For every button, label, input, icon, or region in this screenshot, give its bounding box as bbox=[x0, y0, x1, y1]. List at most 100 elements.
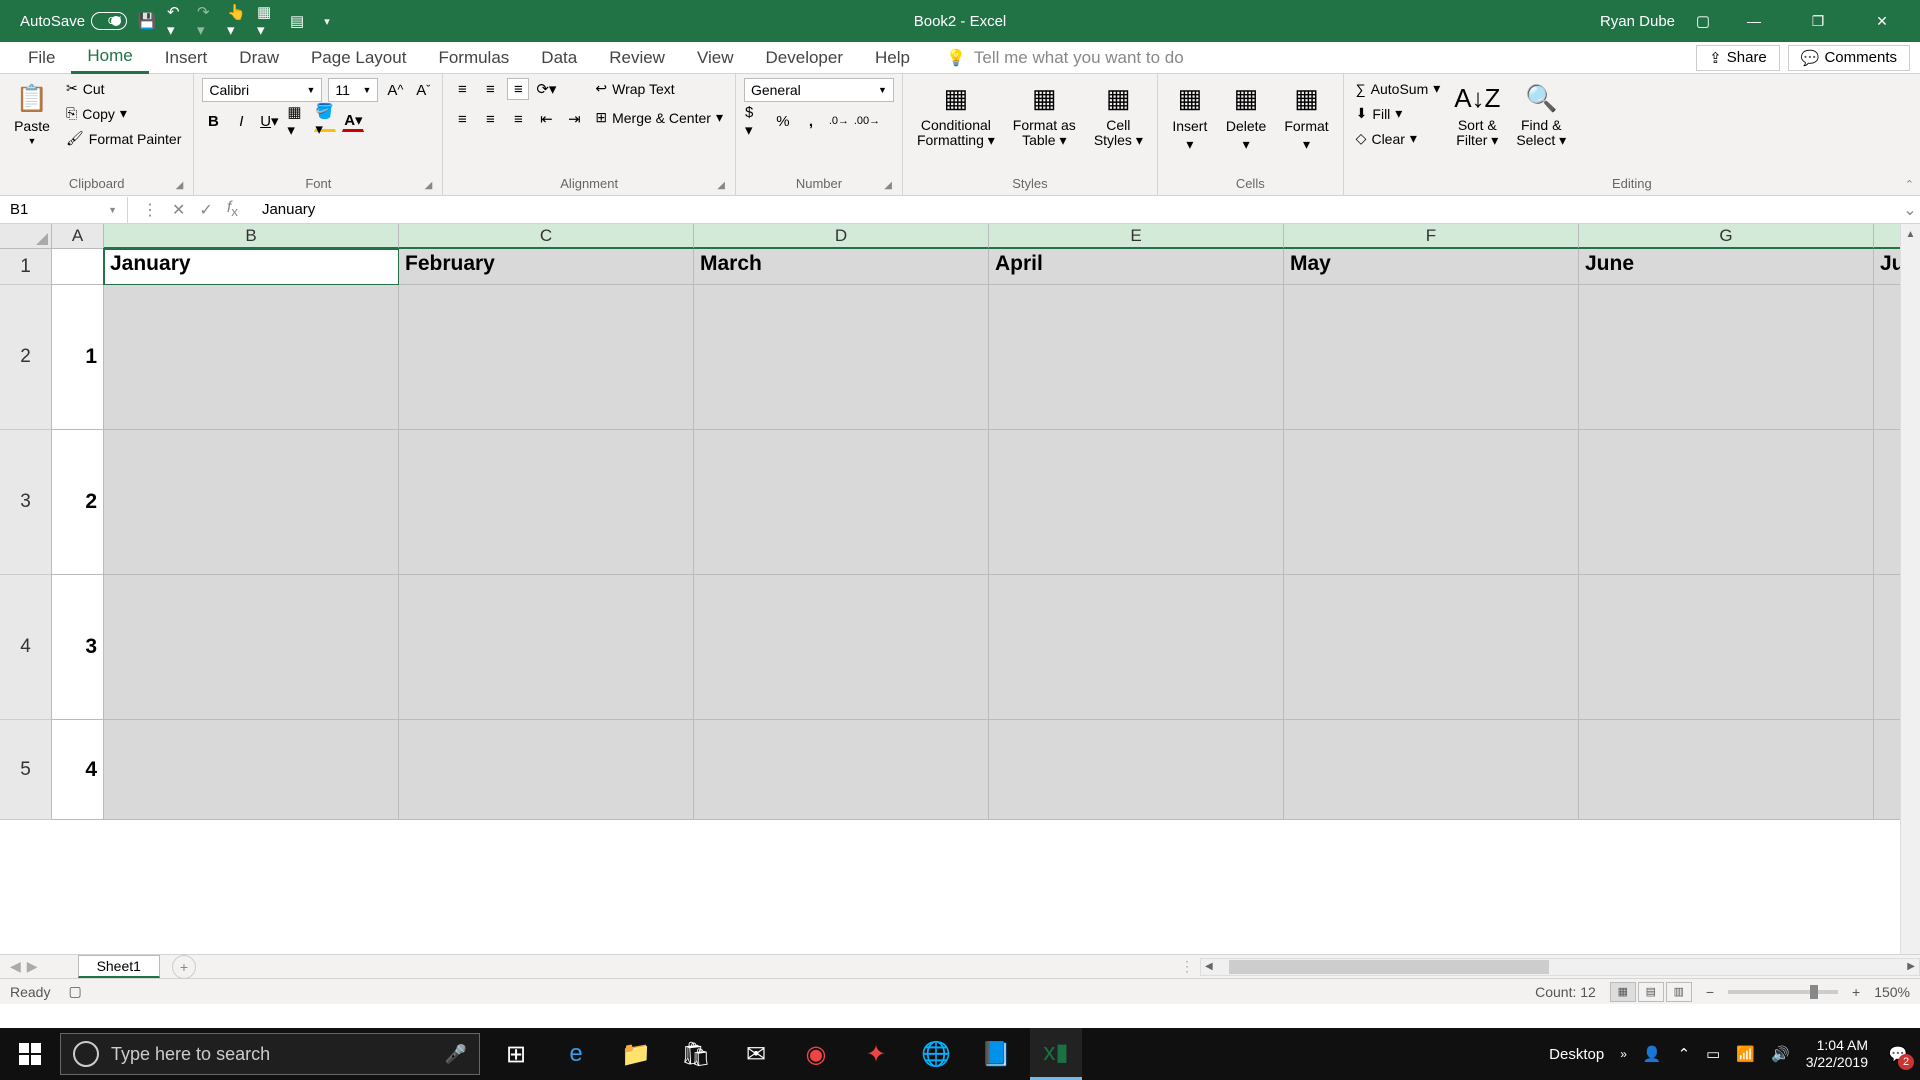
undo-icon[interactable]: ↶ ▾ bbox=[167, 11, 187, 31]
align-right-icon[interactable]: ≡ bbox=[507, 108, 529, 130]
cell-F1[interactable]: May bbox=[1284, 249, 1579, 285]
fill-color-button[interactable]: 🪣▾ bbox=[314, 110, 336, 132]
ribbon-display-icon[interactable]: ▢ bbox=[1693, 11, 1713, 31]
splitter-icon[interactable]: ⋮ bbox=[142, 200, 158, 220]
collapse-ribbon-icon[interactable]: ⌃ bbox=[1905, 178, 1914, 191]
number-format-select[interactable]: General▼ bbox=[744, 78, 894, 102]
scroll-right-icon[interactable]: ▶ bbox=[1903, 961, 1919, 972]
font-name-select[interactable]: Calibri▼ bbox=[202, 78, 322, 102]
column-header-A[interactable]: A bbox=[52, 224, 104, 249]
zoom-slider[interactable] bbox=[1728, 990, 1838, 994]
delete-cells-button[interactable]: ▦Delete▾ bbox=[1220, 78, 1272, 155]
wrap-text-button[interactable]: ↩Wrap Text bbox=[591, 78, 727, 99]
excel-icon[interactable]: x▮ bbox=[1030, 1028, 1082, 1080]
increase-indent-icon[interactable]: ⇥ bbox=[563, 108, 585, 130]
scroll-up-icon[interactable]: ▲ bbox=[1901, 224, 1920, 244]
column-header-F[interactable]: F bbox=[1284, 224, 1579, 249]
tab-data[interactable]: Data bbox=[525, 43, 593, 73]
spreadsheet-grid[interactable]: ABCDEFG 12345 JanuaryFebruaryMarchAprilM… bbox=[0, 224, 1920, 954]
horizontal-scrollbar[interactable]: ◀ ▶ bbox=[1200, 958, 1920, 976]
chrome-icon[interactable]: 🌐 bbox=[910, 1028, 962, 1080]
edge-icon[interactable]: e bbox=[550, 1028, 602, 1080]
close-button[interactable]: ✕ bbox=[1859, 0, 1905, 42]
cell-E1[interactable]: April bbox=[989, 249, 1284, 285]
mic-icon[interactable]: 🎤 bbox=[445, 1044, 467, 1065]
cancel-icon[interactable]: ✕ bbox=[172, 200, 185, 220]
cell-B2[interactable] bbox=[104, 285, 399, 430]
qat-icon-1[interactable]: ▦ ▾ bbox=[257, 11, 277, 31]
underline-button[interactable]: U ▾ bbox=[258, 110, 280, 132]
cell-F4[interactable] bbox=[1284, 575, 1579, 720]
zoom-in-button[interactable]: + bbox=[1852, 984, 1860, 1000]
tab-formulas[interactable]: Formulas bbox=[422, 43, 525, 73]
cell-F5[interactable] bbox=[1284, 720, 1579, 820]
insert-cells-button[interactable]: ▦Insert▾ bbox=[1166, 78, 1214, 155]
cut-button[interactable]: ✂Cut bbox=[62, 78, 185, 99]
cell-A1[interactable] bbox=[52, 249, 104, 285]
overflow-icon[interactable]: » bbox=[1620, 1047, 1627, 1061]
page-break-view-button[interactable]: ▥ bbox=[1666, 982, 1692, 1002]
tab-review[interactable]: Review bbox=[593, 43, 681, 73]
cell-D1[interactable]: March bbox=[694, 249, 989, 285]
scroll-thumb[interactable] bbox=[1229, 960, 1549, 974]
macro-record-icon[interactable]: ▢ bbox=[68, 983, 81, 1000]
tell-me-search[interactable]: 💡 Tell me what you want to do bbox=[946, 48, 1184, 68]
cell-A4[interactable]: 3 bbox=[52, 575, 104, 720]
column-header-E[interactable]: E bbox=[989, 224, 1284, 249]
sheet-nav[interactable]: ◀▶ bbox=[0, 958, 48, 975]
tab-split-icon[interactable]: ⋮ bbox=[1174, 958, 1200, 975]
cell-B4[interactable] bbox=[104, 575, 399, 720]
accounting-icon[interactable]: $ ▾ bbox=[744, 110, 766, 132]
user-name[interactable]: Ryan Dube bbox=[1600, 13, 1675, 30]
tab-page-layout[interactable]: Page Layout bbox=[295, 43, 422, 73]
decrease-decimal-icon[interactable]: .00→ bbox=[856, 110, 878, 132]
launcher-icon[interactable]: ◢ bbox=[176, 180, 184, 191]
tab-insert[interactable]: Insert bbox=[149, 43, 224, 73]
paste-button[interactable]: 📋 Paste▼ bbox=[8, 78, 56, 148]
cell-A3[interactable]: 2 bbox=[52, 430, 104, 575]
merge-center-button[interactable]: ⊞Merge & Center ▾ bbox=[591, 107, 727, 128]
normal-view-button[interactable]: ▦ bbox=[1610, 982, 1636, 1002]
app-icon-1[interactable]: ✦ bbox=[850, 1028, 902, 1080]
bold-button[interactable]: B bbox=[202, 110, 224, 132]
name-box[interactable]: B1▼ bbox=[0, 197, 128, 223]
people-icon[interactable]: 👤 bbox=[1643, 1045, 1662, 1063]
clear-button[interactable]: ◇Clear ▾ bbox=[1352, 128, 1445, 149]
desktop-label[interactable]: Desktop bbox=[1549, 1046, 1604, 1063]
increase-decimal-icon[interactable]: .0→ bbox=[828, 110, 850, 132]
cell-F3[interactable] bbox=[1284, 430, 1579, 575]
tab-home[interactable]: Home bbox=[71, 41, 148, 74]
row-header-1[interactable]: 1 bbox=[0, 249, 52, 285]
conditional-formatting-button[interactable]: ▦ConditionalFormatting ▾ bbox=[911, 78, 1001, 151]
orientation-icon[interactable]: ⟳▾ bbox=[535, 78, 557, 100]
tab-file[interactable]: File bbox=[12, 43, 71, 73]
cell-G5[interactable] bbox=[1579, 720, 1874, 820]
expand-formula-icon[interactable]: ⌄ bbox=[1900, 200, 1920, 220]
cell-C4[interactable] bbox=[399, 575, 694, 720]
cell-C2[interactable] bbox=[399, 285, 694, 430]
align-bottom-icon[interactable]: ≡ bbox=[507, 78, 529, 100]
tab-draw[interactable]: Draw bbox=[223, 43, 295, 73]
italic-button[interactable]: I bbox=[230, 110, 252, 132]
cell-C3[interactable] bbox=[399, 430, 694, 575]
sheet-tab-sheet1[interactable]: Sheet1 bbox=[78, 955, 160, 978]
align-top-icon[interactable]: ≡ bbox=[451, 78, 473, 100]
clock[interactable]: 1:04 AM 3/22/2019 bbox=[1806, 1037, 1868, 1071]
cell-D3[interactable] bbox=[694, 430, 989, 575]
qat-customize-icon[interactable]: ▾ bbox=[317, 11, 337, 31]
fx-icon[interactable]: fx bbox=[227, 199, 238, 219]
cell-E5[interactable] bbox=[989, 720, 1284, 820]
tray-chevron-icon[interactable]: ⌃ bbox=[1678, 1045, 1691, 1063]
format-cells-button[interactable]: ▦Format▾ bbox=[1278, 78, 1334, 155]
task-view-icon[interactable]: ⊞ bbox=[490, 1028, 542, 1080]
zoom-level[interactable]: 150% bbox=[1874, 984, 1910, 1000]
minimize-button[interactable]: — bbox=[1731, 0, 1777, 42]
percent-icon[interactable]: % bbox=[772, 110, 794, 132]
cell-styles-button[interactable]: ▦CellStyles ▾ bbox=[1088, 78, 1149, 151]
format-as-table-button[interactable]: ▦Format asTable ▾ bbox=[1007, 78, 1082, 151]
launcher-icon[interactable]: ◢ bbox=[884, 180, 892, 191]
tab-developer[interactable]: Developer bbox=[750, 43, 860, 73]
add-sheet-button[interactable]: + bbox=[172, 955, 196, 979]
comments-button[interactable]: 💬Comments bbox=[1788, 45, 1910, 71]
cell-A2[interactable]: 1 bbox=[52, 285, 104, 430]
